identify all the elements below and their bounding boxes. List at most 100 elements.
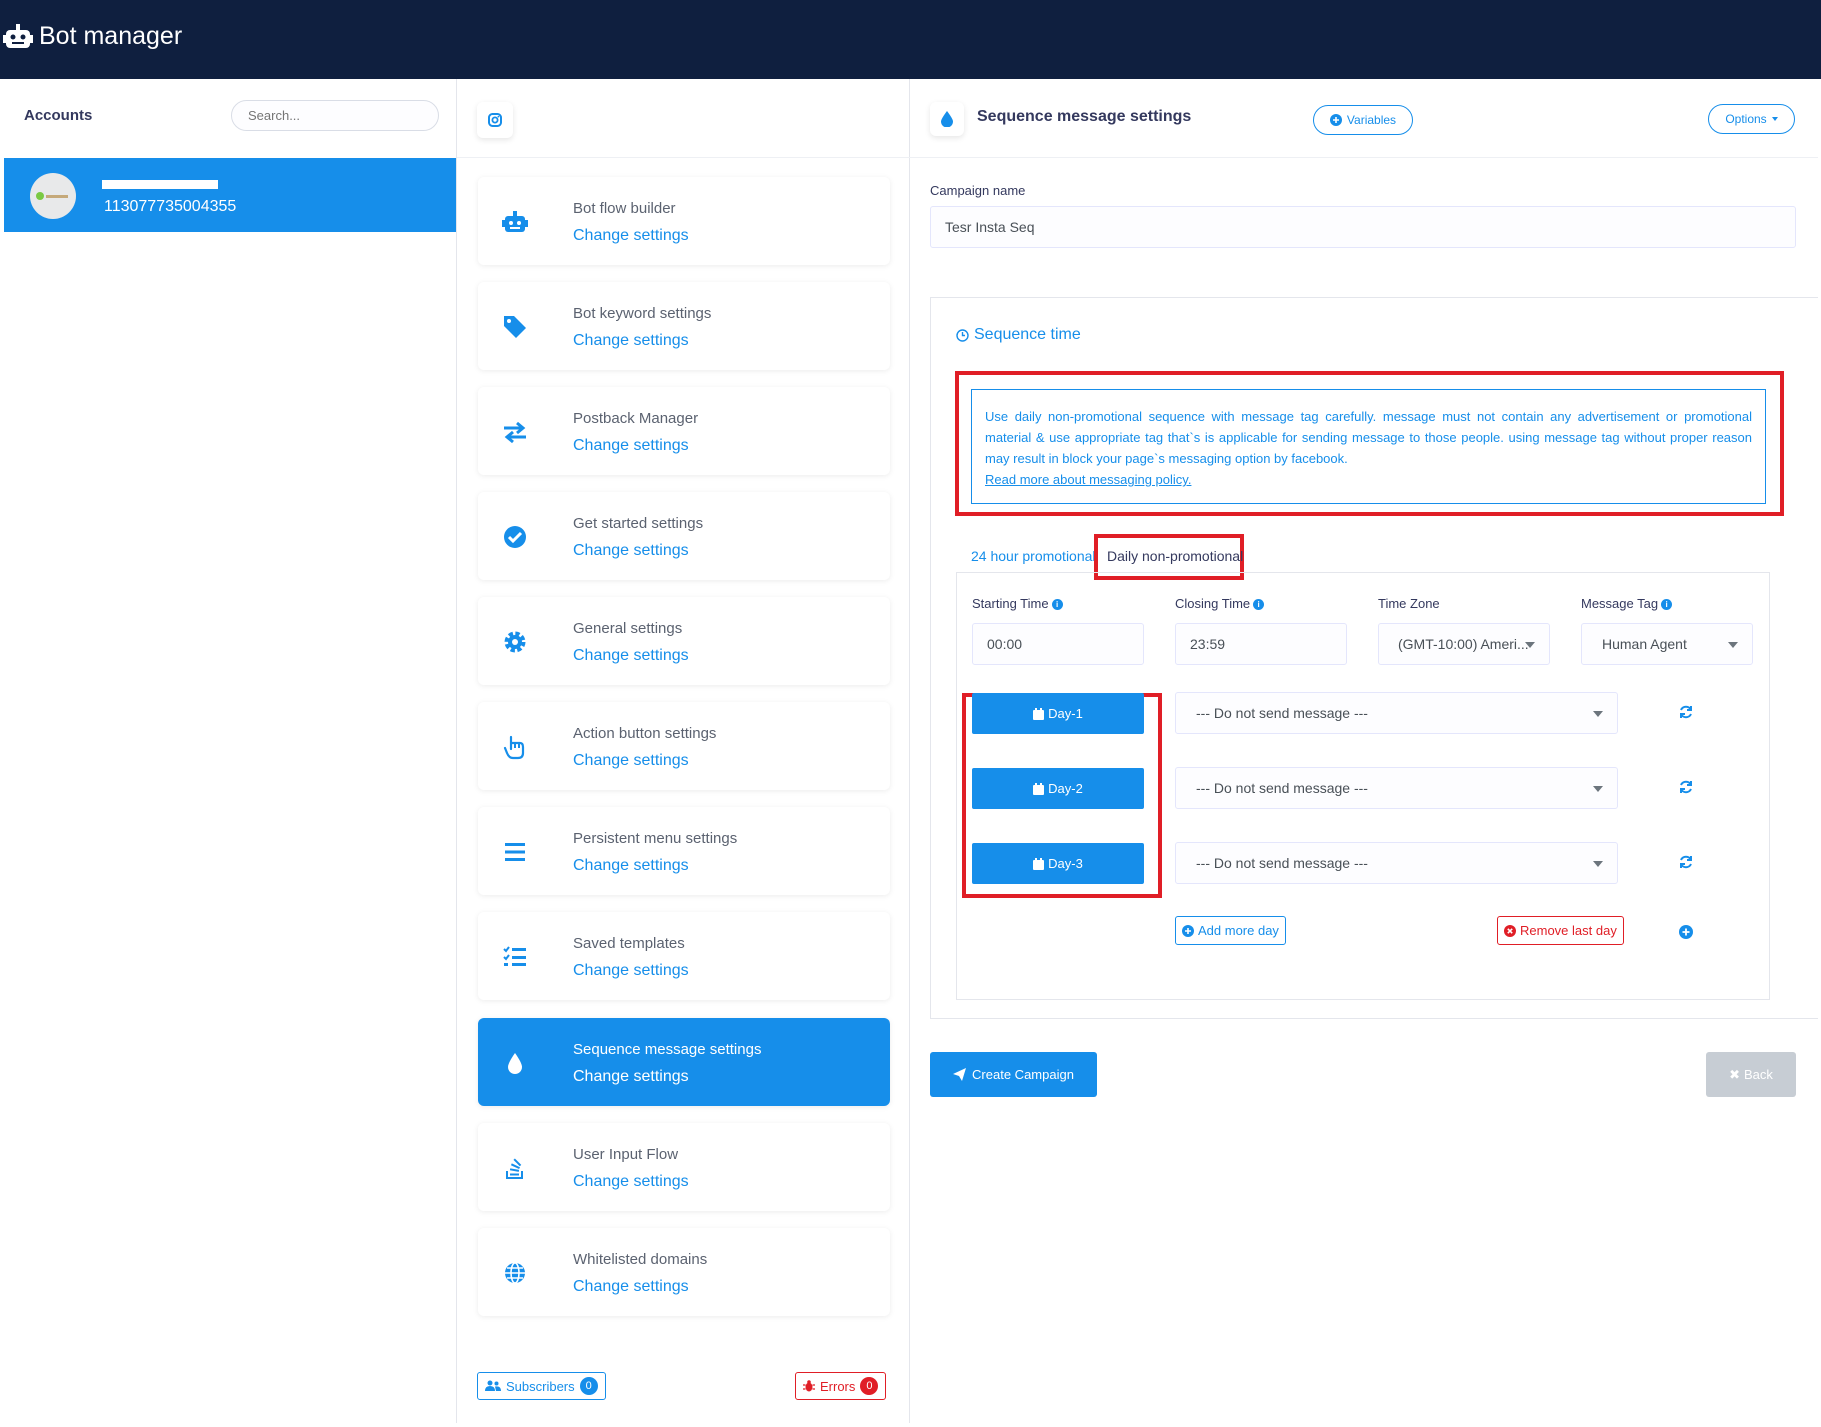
calendar-icon <box>1033 707 1045 720</box>
menu-item-persistent-menu-settings[interactable]: Persistent menu settings Change settings <box>478 807 890 895</box>
campaign-name-input[interactable]: Tesr Insta Seq <box>930 206 1796 248</box>
account-search-input[interactable] <box>231 100 439 131</box>
errors-count-badge: 0 <box>860 1377 879 1395</box>
info-icon: i <box>1051 599 1063 610</box>
bug-icon <box>803 1380 815 1392</box>
plus-circle-icon <box>1182 924 1194 937</box>
menu-item-user-input-flow[interactable]: User Input Flow Change settings <box>478 1123 890 1211</box>
instagram-icon <box>488 113 502 127</box>
change-settings-link[interactable]: Change settings <box>573 962 689 980</box>
check-circle-icon <box>504 526 526 548</box>
tab-24-hour-promotional[interactable]: 24 hour promotional <box>971 548 1096 564</box>
change-settings-link[interactable]: Change settings <box>573 752 689 770</box>
menu-item-title: Sequence message settings <box>573 1041 762 1058</box>
app-title: Bot manager <box>39 22 183 50</box>
drop-icon <box>508 1053 522 1074</box>
accounts-panel: Accounts 113077735004355 <box>3 79 457 1423</box>
starting-time-input[interactable]: 00:00 <box>972 623 1144 665</box>
plus-circle-icon[interactable] <box>1679 925 1693 939</box>
menu-item-get-started-settings[interactable]: Get started settings Change settings <box>478 492 890 580</box>
calendar-icon <box>1033 782 1045 795</box>
robot-icon <box>3 24 33 48</box>
refresh-icon[interactable] <box>1678 779 1694 795</box>
errors-button[interactable]: Errors 0 <box>795 1372 887 1400</box>
subscribers-count-badge: 0 <box>579 1377 598 1395</box>
errors-label: Errors <box>820 1378 856 1394</box>
sequence-time-section: Sequence time Use daily non-promotional … <box>930 297 1818 1019</box>
menu-item-whitelisted-domains[interactable]: Whitelisted domains Change settings <box>478 1228 890 1316</box>
notice-text: Use daily non-promotional sequence with … <box>985 409 1752 466</box>
change-settings-link[interactable]: Change settings <box>573 227 689 245</box>
change-settings-link[interactable]: Change settings <box>573 647 689 665</box>
messaging-policy-notice: Use daily non-promotional sequence with … <box>971 389 1766 504</box>
globe-icon <box>505 1262 525 1284</box>
accounts-header: Accounts <box>24 107 93 124</box>
time-zone-label: Time Zone <box>1378 596 1440 611</box>
divider <box>910 157 1818 158</box>
settings-menu: Bot flow builder Change settings Bot key… <box>457 79 910 1423</box>
change-settings-link[interactable]: Change settings <box>573 332 689 350</box>
refresh-icon[interactable] <box>1678 854 1694 870</box>
exchange-arrows-icon <box>504 421 526 444</box>
menu-item-bot-keyword-settings[interactable]: Bot keyword settings Change settings <box>478 282 890 370</box>
tag-icon <box>504 316 526 338</box>
close-icon: ✖ <box>1729 1066 1740 1082</box>
menu-item-action-button-settings[interactable]: Action button settings Change settings <box>478 702 890 790</box>
menu-item-saved-templates[interactable]: Saved templates Change settings <box>478 912 890 1000</box>
subscribers-label: Subscribers <box>506 1378 575 1394</box>
instagram-button[interactable] <box>477 102 513 138</box>
day-3-message-select[interactable]: --- Do not send message --- <box>1175 842 1618 884</box>
divider <box>457 157 910 158</box>
times-circle-icon <box>1504 924 1516 937</box>
time-zone-select[interactable]: (GMT-10:00) Ameri... <box>1378 623 1550 665</box>
closing-time-input[interactable]: 23:59 <box>1175 623 1347 665</box>
robot-icon <box>502 211 528 232</box>
panel-icon-button <box>930 102 964 136</box>
change-settings-link[interactable]: Change settings <box>573 857 689 875</box>
day-1-button[interactable]: Day-1 <box>972 693 1144 734</box>
menu-item-bot-flow-builder[interactable]: Bot flow builder Change settings <box>478 177 890 265</box>
caret-down-icon <box>1771 117 1778 121</box>
menu-item-general-settings[interactable]: General settings Change settings <box>478 597 890 685</box>
account-id: 113077735004355 <box>104 198 237 215</box>
change-settings-link[interactable]: Change settings <box>573 542 689 560</box>
menu-item-postback-manager[interactable]: Postback Manager Change settings <box>478 387 890 475</box>
subscribers-button[interactable]: Subscribers 0 <box>477 1372 606 1400</box>
redacted-account-name <box>102 180 218 189</box>
tab-daily-non-promotional[interactable]: Daily non-promotional <box>1107 548 1243 564</box>
menu-item-title: Bot keyword settings <box>573 305 712 322</box>
change-settings-link[interactable]: Change settings <box>573 1068 689 1086</box>
account-item[interactable]: 113077735004355 <box>4 158 456 232</box>
day-2-message-select[interactable]: --- Do not send message --- <box>1175 767 1618 809</box>
message-tag-label: Message Tag i <box>1581 596 1673 611</box>
day-1-message-select[interactable]: --- Do not send message --- <box>1175 692 1618 734</box>
clock-icon <box>956 328 969 342</box>
change-settings-link[interactable]: Change settings <box>573 1173 689 1191</box>
menu-item-title: Postback Manager <box>573 410 699 427</box>
menu-item-title: Action button settings <box>573 725 717 742</box>
refresh-icon[interactable] <box>1678 704 1694 720</box>
message-tag-select[interactable]: Human Agent <box>1581 623 1753 665</box>
menu-item-title: Get started settings <box>573 515 704 532</box>
variables-button[interactable]: Variables <box>1313 105 1413 135</box>
paper-plane-icon <box>953 1068 967 1081</box>
page-title: Sequence message settings <box>977 108 1192 125</box>
create-campaign-button[interactable]: Create Campaign <box>930 1052 1097 1097</box>
menu-item-title: Saved templates <box>573 935 685 952</box>
sequence-time-label: Sequence time <box>974 326 1081 343</box>
add-more-day-button[interactable]: Add more day <box>1175 916 1286 945</box>
change-settings-link[interactable]: Change settings <box>573 1278 689 1296</box>
menu-item-sequence-message-settings[interactable]: Sequence message settings Change setting… <box>478 1018 890 1106</box>
messaging-policy-link[interactable]: Read more about messaging policy. <box>985 469 1752 490</box>
day-3-button[interactable]: Day-3 <box>972 843 1144 884</box>
day-2-button[interactable]: Day-2 <box>972 768 1144 809</box>
campaign-name-value: Tesr Insta Seq <box>945 219 1035 235</box>
back-button[interactable]: ✖ Back <box>1706 1052 1796 1097</box>
options-dropdown-button[interactable]: Options <box>1708 104 1795 134</box>
bars-icon <box>505 843 525 861</box>
daily-non-promotional-panel: Starting Time i 00:00 Closing Time i 23:59… <box>956 572 1770 1000</box>
change-settings-link[interactable]: Change settings <box>573 437 689 455</box>
remove-last-day-button[interactable]: Remove last day <box>1497 916 1624 945</box>
menu-item-title: Whitelisted domains <box>573 1251 708 1268</box>
menu-item-title: General settings <box>573 620 683 637</box>
